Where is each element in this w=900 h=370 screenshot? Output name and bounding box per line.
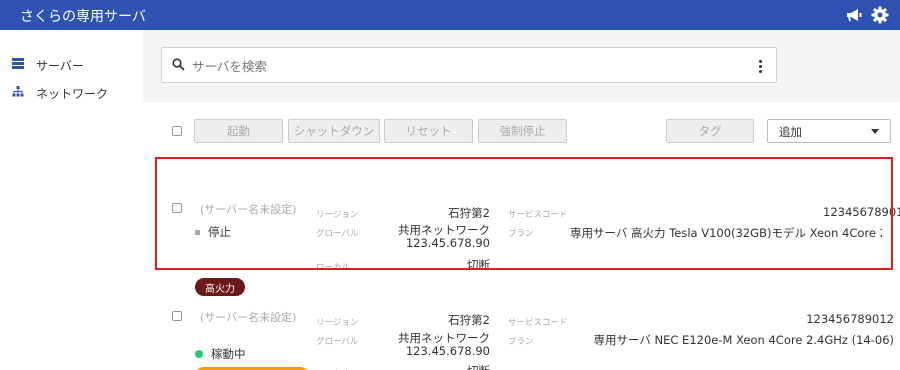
global-label: グローバル (316, 229, 359, 239)
plan-label: プラン (508, 229, 534, 239)
global-label: グローバル (316, 337, 359, 347)
search-area (143, 30, 900, 102)
local-label: ローカル (316, 263, 351, 273)
local-value: 切断 (467, 363, 490, 370)
add-select-value: 追加 (779, 125, 802, 139)
search-box (161, 47, 777, 83)
main-panel: 起動 シャットダウン リセット 強制停止 タグ 追加 (サーバー名未設定) 停止… (143, 30, 900, 370)
sidebar-item-label: サーバー (36, 58, 84, 73)
stopped-status-icon (195, 229, 200, 235)
search-input[interactable] (192, 56, 732, 76)
sidebar-item-label: ネットワーク (36, 86, 109, 101)
gear-icon[interactable] (869, 4, 891, 26)
server-name[interactable]: (サーバー名未設定) (200, 201, 296, 217)
search-icon (172, 58, 185, 74)
service-code-value: 123456789012 (823, 205, 900, 219)
service-code-label: サービスコード (508, 318, 568, 328)
more-options-icon[interactable] (756, 56, 764, 76)
server-row[interactable]: (サーバー名未設定) 停止 リージョン グローバル ローカル 石狩第2 共用ネッ… (143, 192, 900, 302)
plan-value: 専用サーバ 高火力 Tesla V100(32GB)モデル Xeon 4Core… (570, 226, 882, 240)
reset-button[interactable]: リセット (384, 119, 473, 143)
select-all-checkbox[interactable] (172, 126, 182, 136)
service-code-value: 123456789012 (806, 312, 894, 326)
sidebar-item-network[interactable]: ネットワーク (12, 83, 108, 103)
shutdown-button[interactable]: シャットダウン (288, 119, 380, 143)
network-icon (12, 86, 24, 100)
plan-label: プラン (508, 337, 534, 347)
megaphone-icon[interactable] (843, 4, 865, 26)
tag-button[interactable]: タグ (666, 119, 754, 143)
region-value: 石狩第2 (448, 313, 490, 327)
status-label: 停止 (208, 225, 231, 239)
service-code-label: サービスコード (508, 210, 568, 220)
server-status: 稼動中 (195, 346, 246, 362)
global-ip-value: 123.45.678.90 (405, 344, 490, 358)
list-icon (12, 58, 24, 72)
row-checkbox[interactable] (172, 311, 182, 321)
add-select[interactable]: 追加 (767, 119, 891, 143)
app-title: さくらの専用サーバ (20, 9, 146, 25)
local-value: 切断 (467, 258, 490, 272)
region-label: リージョン (316, 318, 359, 328)
plan-value: 専用サーバ NEC E120e-M Xeon 4Core 2.4GHz (14-… (593, 333, 894, 347)
start-button[interactable]: 起動 (194, 119, 283, 143)
chevron-down-icon (871, 129, 879, 134)
force-stop-button[interactable]: 強制停止 (478, 119, 567, 143)
sidebar-item-servers[interactable]: サーバー (12, 55, 84, 75)
running-status-icon (195, 350, 203, 358)
server-status: 停止 (195, 224, 231, 240)
server-name[interactable]: (サーバー名未設定) (200, 309, 296, 325)
server-list: 起動 シャットダウン リセット 強制停止 タグ 追加 (サーバー名未設定) 停止… (143, 102, 900, 370)
region-value: 石狩第2 (448, 206, 490, 220)
sidebar: サーバー ネットワーク (0, 30, 143, 370)
server-row[interactable]: (サーバー名未設定) 稼動中 リージョン グローバル ローカル 石狩第2 共用ネ… (143, 307, 900, 370)
status-label: 稼動中 (211, 347, 246, 361)
row-checkbox[interactable] (172, 203, 182, 213)
top-bar: さくらの専用サーバ (0, 0, 900, 30)
category-badge: 高火力 (195, 278, 245, 296)
global-ip-value: 123.45.678.90 (405, 236, 490, 250)
region-label: リージョン (316, 210, 359, 220)
